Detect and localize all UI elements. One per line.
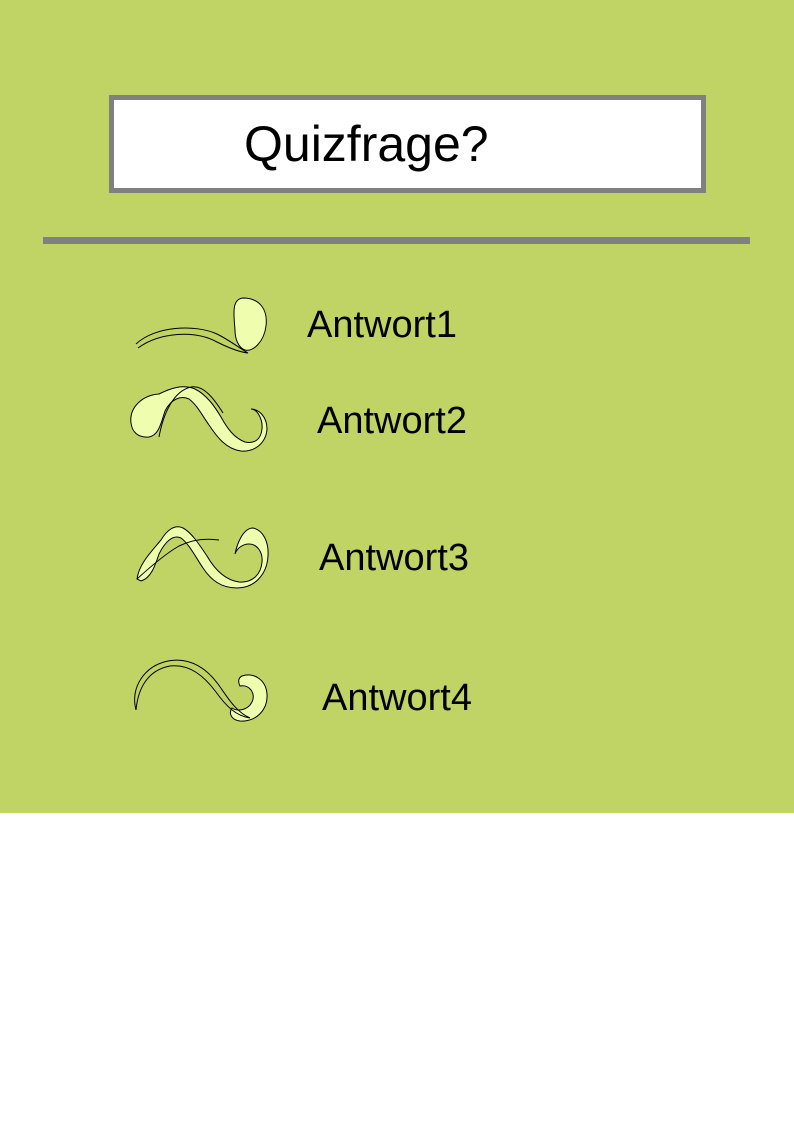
- swirl-ornament-icon: [135, 297, 267, 354]
- swirl-ornament-icon: [136, 526, 269, 589]
- answer-option-1[interactable]: Antwort1: [135, 296, 495, 366]
- answer-option-4[interactable]: Antwort4: [132, 658, 492, 728]
- swirl-ornament-icon: [130, 386, 268, 452]
- divider: [43, 237, 750, 244]
- answer-label-2: Antwort2: [317, 400, 467, 442]
- answer-label-3: Antwort3: [319, 537, 469, 579]
- question-box: Quizfrage?: [109, 95, 706, 193]
- answer-label-1: Antwort1: [307, 304, 457, 346]
- answer-label-4: Antwort4: [322, 677, 472, 719]
- quiz-panel: Quizfrage? Antwort1 Antwort2 Antwort3 An…: [0, 0, 794, 813]
- swirl-ornament-icon: [134, 659, 268, 722]
- answer-option-3[interactable]: Antwort3: [135, 524, 495, 594]
- answer-option-2[interactable]: Antwort2: [129, 385, 489, 455]
- question-title: Quizfrage?: [244, 116, 489, 172]
